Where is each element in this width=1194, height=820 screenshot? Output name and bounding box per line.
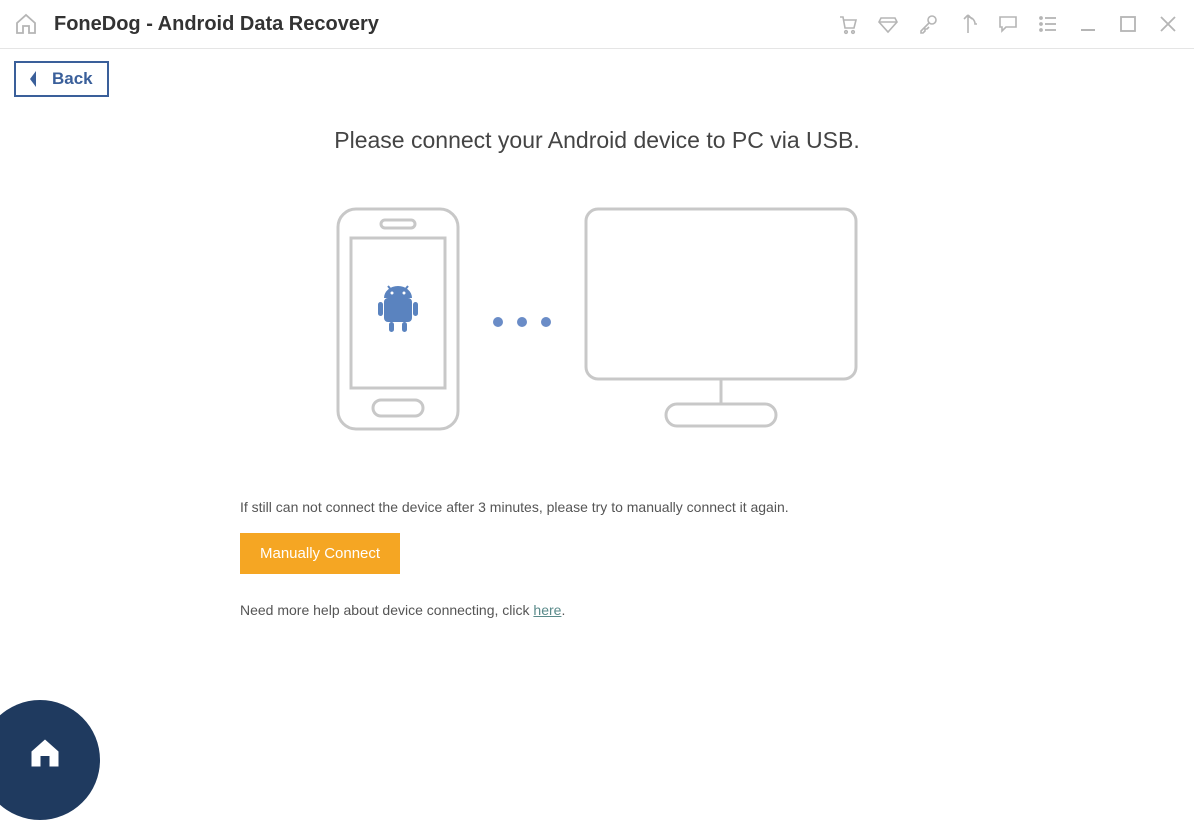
app-title: FoneDog - Android Data Recovery (54, 13, 379, 36)
monitor-icon (581, 204, 861, 439)
feedback-icon[interactable] (996, 12, 1020, 36)
home-fab-button[interactable] (0, 700, 100, 820)
connection-dots-icon (493, 317, 551, 327)
connection-illustration (40, 204, 1154, 439)
instruction-heading: Please connect your Android device to PC… (40, 127, 1154, 154)
manually-connect-button[interactable]: Manually Connect (240, 533, 400, 574)
share-icon[interactable] (956, 12, 980, 36)
home-white-icon (17, 745, 63, 776)
close-icon[interactable] (1156, 12, 1180, 36)
maximize-icon[interactable] (1116, 12, 1140, 36)
help-link[interactable]: here (533, 602, 561, 618)
home-icon[interactable] (14, 12, 38, 36)
menu-list-icon[interactable] (1036, 12, 1060, 36)
phone-icon (333, 204, 463, 439)
timeout-note: If still can not connect the device afte… (240, 499, 1154, 515)
back-button-label: Back (52, 69, 93, 89)
help-prefix: Need more help about device connecting, … (240, 602, 533, 618)
cart-icon[interactable] (836, 12, 860, 36)
help-suffix: . (561, 602, 565, 618)
back-button[interactable]: Back (14, 61, 109, 97)
diamond-icon[interactable] (876, 12, 900, 36)
back-arrow-icon (26, 69, 42, 89)
key-icon[interactable] (916, 12, 940, 36)
minimize-icon[interactable] (1076, 12, 1100, 36)
help-text: Need more help about device connecting, … (240, 602, 1154, 618)
